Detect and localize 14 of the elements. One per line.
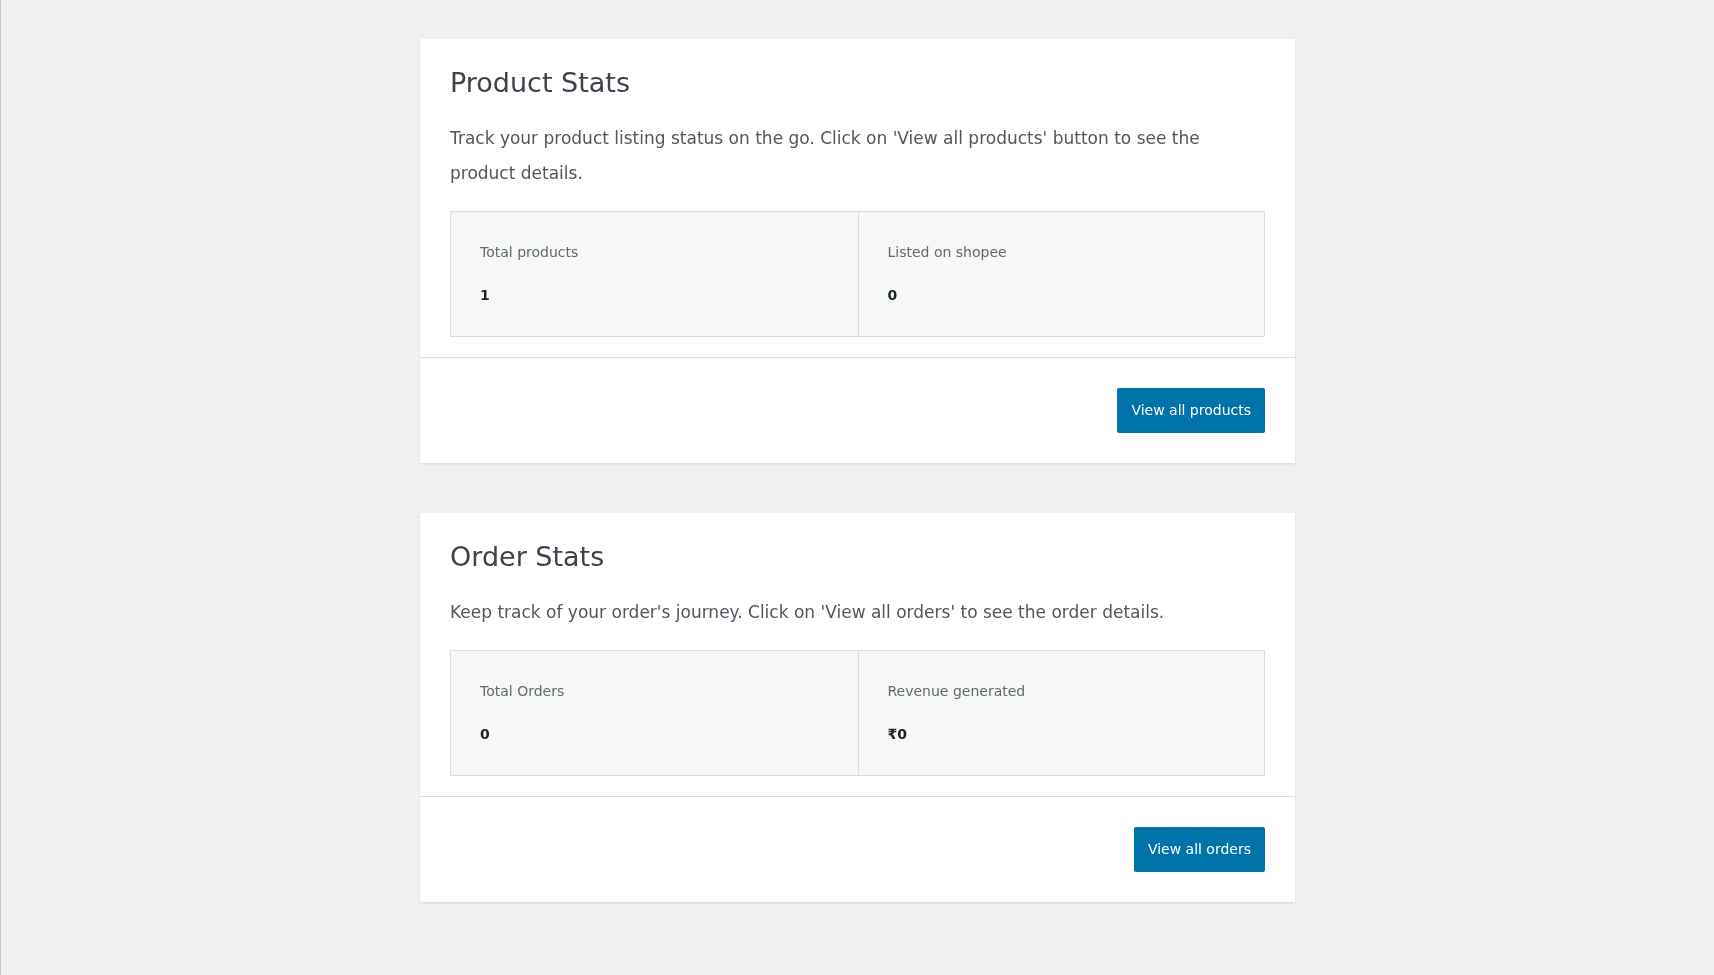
stat-value: 0 — [480, 725, 491, 744]
stat-label: Total products — [480, 243, 580, 262]
stat-value: 0 — [887, 286, 899, 305]
stat-value: ₹0 — [887, 725, 908, 744]
card-title: Product Stats — [450, 66, 632, 100]
card-description: Keep track of your order's journey. Click on 'View all orders' to see the order details. — [450, 601, 1166, 624]
view-all-button[interactable]: View all products — [1117, 388, 1265, 433]
stat-label: Revenue generated — [887, 682, 1027, 701]
view-all-button[interactable]: View all orders — [1133, 827, 1265, 872]
stat-label: Total Orders — [480, 682, 566, 701]
card-title: Order Stats — [450, 540, 606, 574]
stat-label: Listed on shopee — [887, 243, 1008, 262]
stat-value: 1 — [480, 286, 491, 305]
card-description: Track your product listing status on the go. Click on 'View all products' button to see the product details. — [450, 127, 1201, 185]
